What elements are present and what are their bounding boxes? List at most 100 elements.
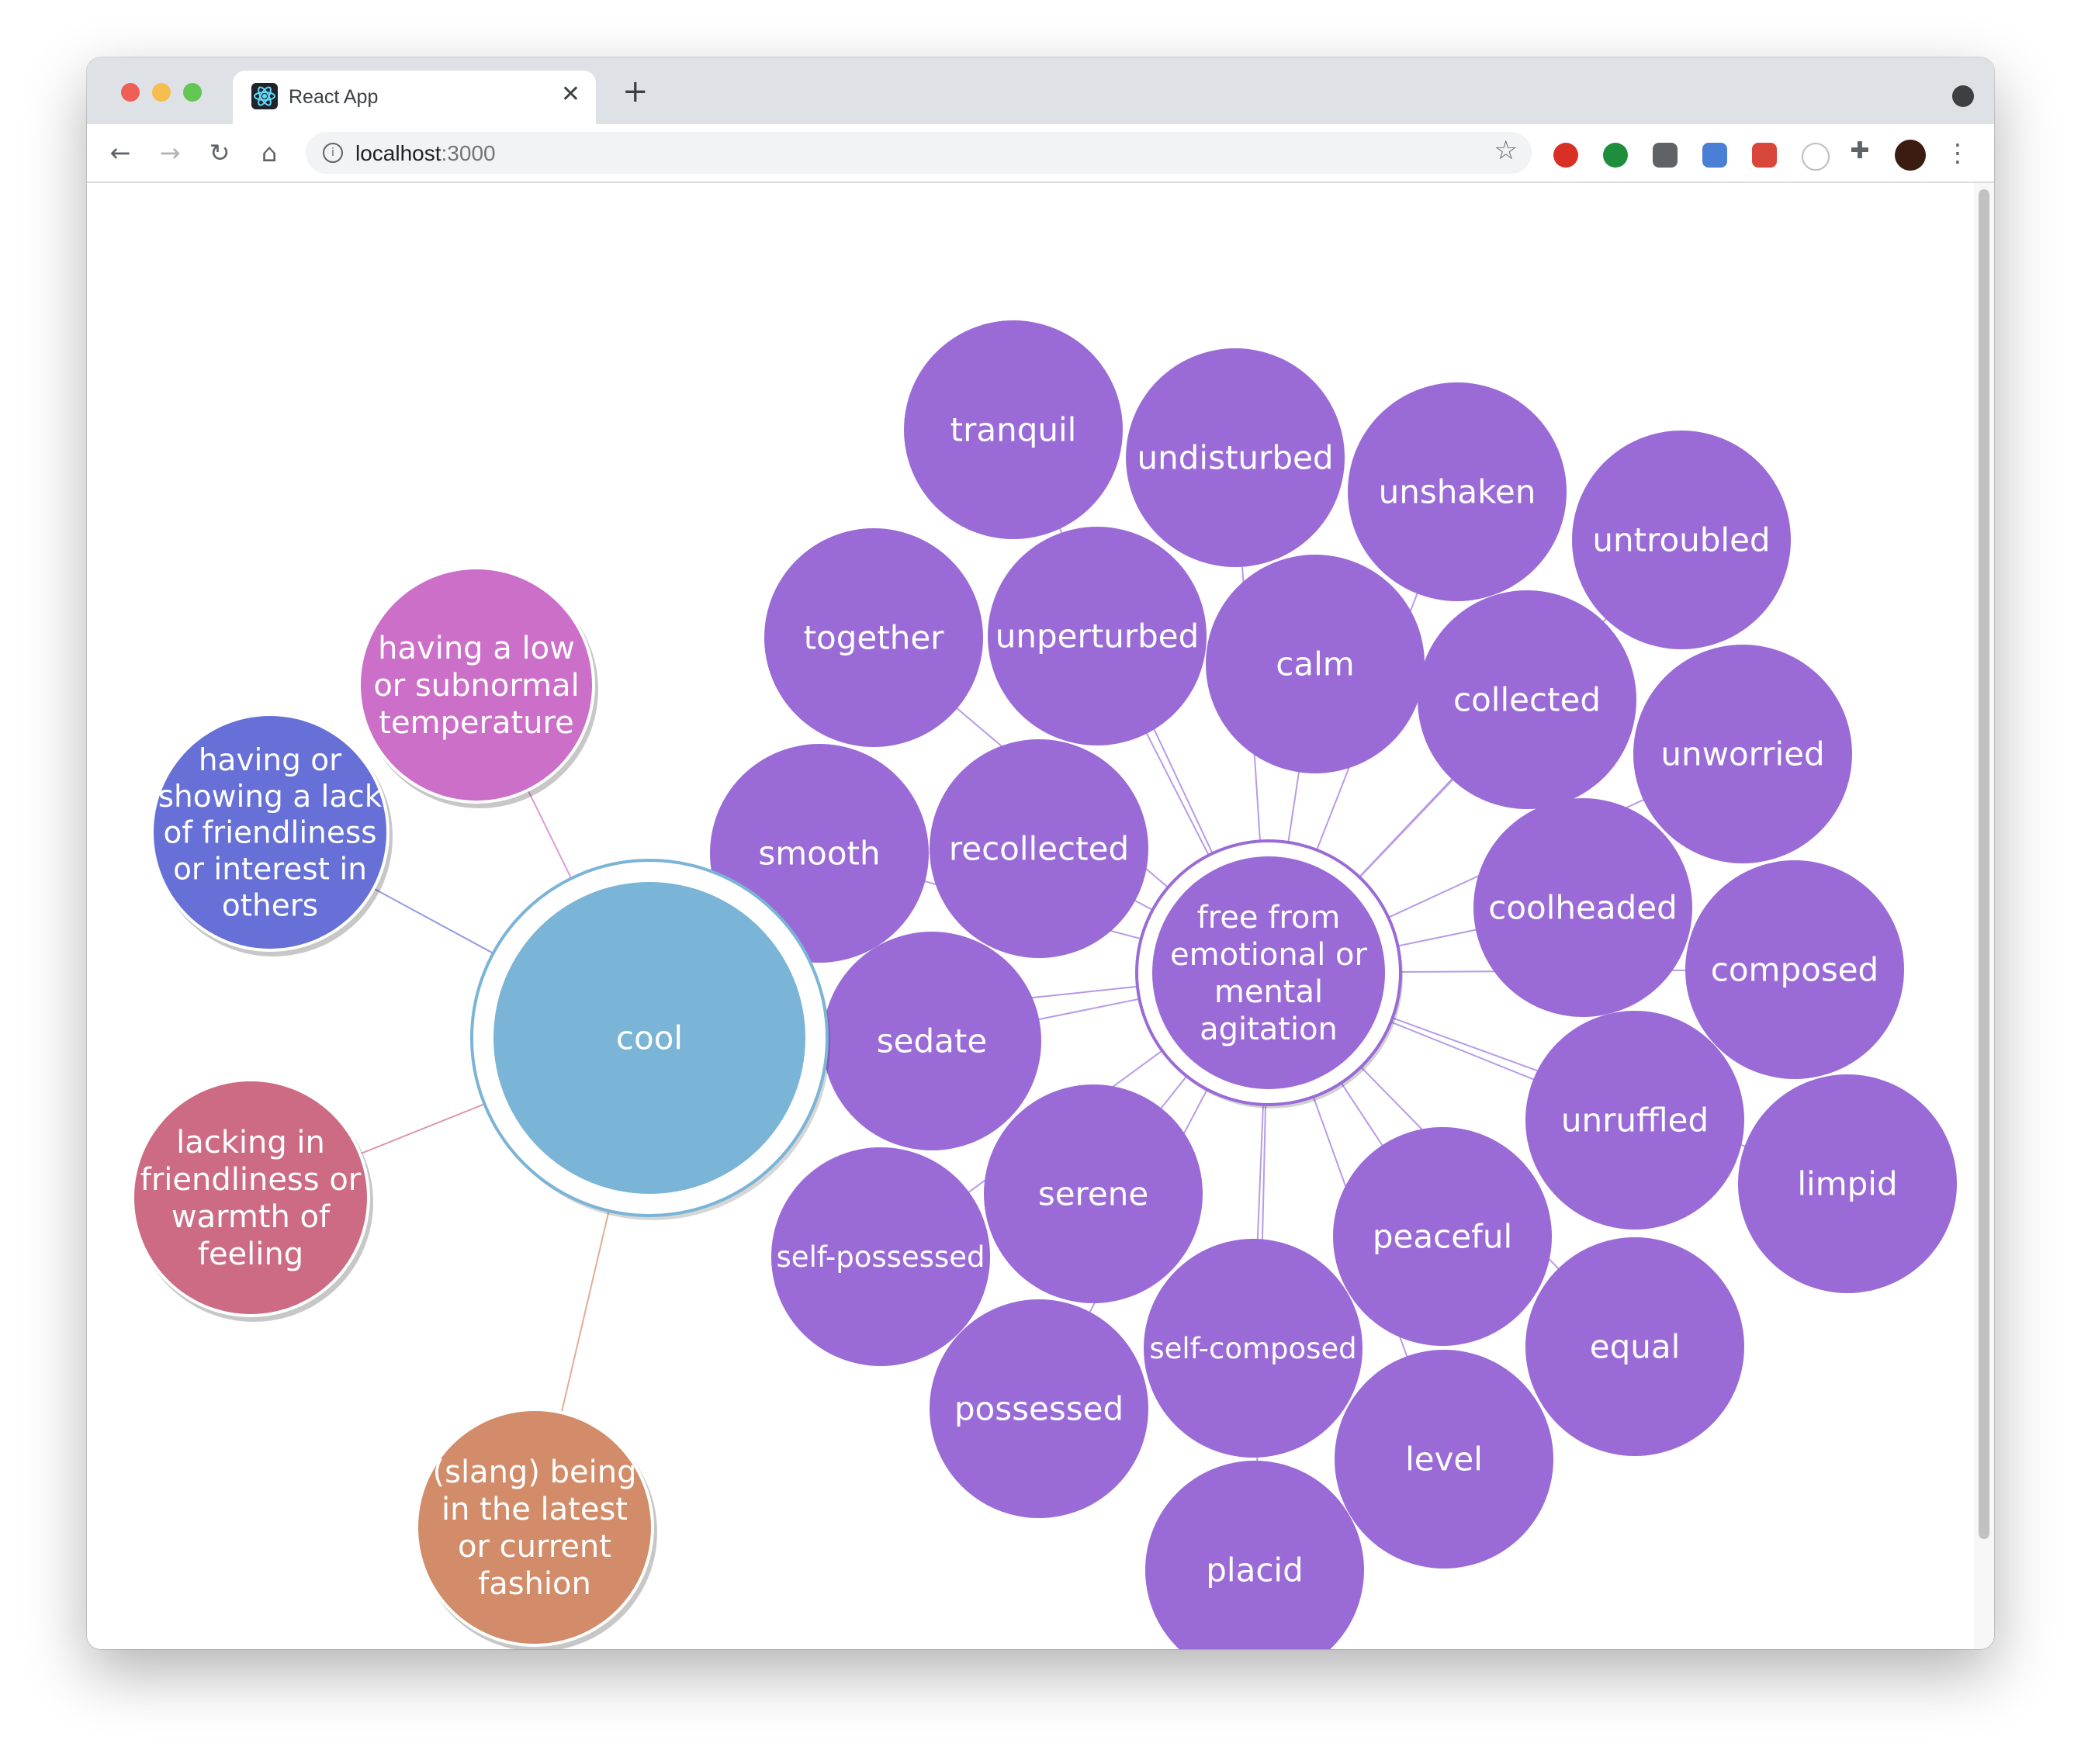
synonym-node[interactable]: unworried — [1633, 645, 1852, 863]
synonym-node[interactable]: limpid — [1738, 1074, 1957, 1293]
sense-label: feeling — [198, 1237, 303, 1272]
synonym-label: serene — [1038, 1175, 1148, 1213]
synonym-node[interactable]: coolheaded — [1473, 798, 1692, 1017]
sense-label: others — [222, 888, 318, 923]
sense-circle[interactable] — [1152, 856, 1385, 1089]
extension-app-icon[interactable] — [1752, 143, 1777, 168]
synonym-node[interactable]: recollected — [930, 739, 1148, 958]
synonym-label: undisturbed — [1137, 439, 1334, 477]
sense-label: lacking in — [176, 1125, 325, 1160]
synonym-label: possessed — [954, 1390, 1124, 1428]
sense-label: warmth of — [171, 1199, 331, 1235]
synonym-label: smooth — [758, 835, 880, 873]
synonym-label: tranquil — [950, 411, 1077, 449]
sense-label: temperature — [379, 705, 573, 741]
sense-label: (slang) being — [433, 1454, 637, 1490]
synonym-label: placid — [1206, 1551, 1304, 1589]
browser-tab[interactable]: React App ✕ — [233, 71, 596, 124]
sense-label: showing a lack — [158, 780, 383, 815]
synonym-node[interactable]: calm — [1206, 555, 1425, 773]
synonym-node[interactable]: equal — [1525, 1237, 1744, 1456]
home-icon[interactable]: ⌂ — [251, 135, 287, 171]
close-tab-icon[interactable]: ✕ — [561, 81, 580, 108]
tab-title: React App — [289, 86, 379, 108]
sense-node[interactable]: having a lowor subnormaltemperature — [358, 566, 598, 808]
new-tab-icon[interactable]: + — [622, 74, 649, 109]
synonym-node[interactable]: unshaken — [1348, 382, 1567, 601]
sense-node[interactable]: lacking infriendliness orwarmth offeelin… — [131, 1078, 373, 1322]
extension-account-icon[interactable] — [1653, 143, 1678, 168]
synonym-label: equal — [1590, 1328, 1681, 1366]
synonym-node[interactable]: placid — [1145, 1461, 1364, 1649]
synonym-label: calm — [1276, 645, 1354, 683]
extension-shield-icon[interactable] — [1553, 143, 1578, 168]
extension-folder-icon[interactable] — [1702, 143, 1727, 168]
synonym-node[interactable]: unperturbed — [988, 527, 1207, 745]
sense-node[interactable]: having orshowing a lackof friendlinessor… — [151, 713, 393, 956]
synonym-label: sedate — [877, 1022, 987, 1060]
sense-label: having a low — [378, 631, 575, 666]
extensions-puzzle-icon[interactable]: ✚ — [1842, 133, 1878, 169]
sense-label: or interest in — [173, 852, 367, 887]
sense-node[interactable]: free fromemotional ormentalagitation — [1135, 839, 1403, 1109]
synonym-node[interactable]: level — [1335, 1350, 1553, 1569]
extension-target-icon[interactable] — [1802, 143, 1830, 171]
sense-circle[interactable] — [418, 1411, 651, 1644]
synonym-node[interactable]: composed — [1685, 860, 1904, 1079]
tab-search-icon[interactable] — [1952, 85, 1974, 107]
site-info-icon[interactable]: i — [323, 143, 343, 163]
sense-label: emotional or — [1170, 937, 1367, 973]
sense-label: or current — [458, 1529, 611, 1565]
synonym-label: untroubled — [1592, 521, 1770, 559]
synonym-node[interactable]: peaceful — [1333, 1127, 1552, 1346]
sense-circle[interactable] — [134, 1081, 367, 1314]
extension-chat-icon[interactable] — [1603, 143, 1628, 168]
bookmark-star-icon[interactable]: ☆ — [1494, 135, 1518, 166]
scrollbar-thumb[interactable] — [1979, 189, 1989, 1539]
root-label: cool — [616, 1019, 683, 1057]
synonym-label: peaceful — [1373, 1218, 1512, 1256]
sense-label: mental — [1214, 974, 1323, 1010]
synonym-label: recollected — [949, 830, 1129, 868]
synonym-label: collected — [1453, 681, 1601, 719]
sense-label: friendliness or — [140, 1162, 362, 1198]
url-text: localhost:3000 — [355, 141, 496, 165]
word-graph: tranquil undisturbed unshaken untroubled tog… — [131, 320, 1957, 1649]
synonym-node[interactable]: collected — [1418, 590, 1636, 809]
sense-label: or subnormal — [373, 668, 579, 704]
reload-icon[interactable]: ↻ — [202, 135, 237, 171]
synonym-label: self-composed — [1149, 1332, 1356, 1365]
profile-avatar[interactable] — [1895, 140, 1926, 171]
close-window-button[interactable] — [121, 83, 140, 102]
synonym-node[interactable]: possessed — [930, 1299, 1148, 1518]
synonym-label: self-possessed — [777, 1240, 985, 1274]
synonym-label: coolheaded — [1488, 889, 1678, 927]
root-node[interactable]: cool — [470, 859, 830, 1220]
tab-strip: React App ✕ + — [87, 57, 1994, 124]
synonym-label: together — [804, 619, 945, 657]
synonym-node[interactable]: unruffled — [1525, 1011, 1744, 1230]
synonym-node[interactable]: serene — [984, 1084, 1203, 1303]
page-viewport: tranquil undisturbed unshaken untroubled tog… — [87, 183, 1994, 1649]
minimize-window-button[interactable] — [152, 83, 171, 102]
synonym-node[interactable]: undisturbed — [1126, 348, 1345, 567]
zoom-window-button[interactable] — [183, 83, 202, 102]
forward-icon[interactable]: → — [152, 135, 188, 171]
scrollbar[interactable] — [1974, 183, 1994, 1649]
synonym-label: limpid — [1797, 1165, 1897, 1203]
synonym-node[interactable]: tranquil — [904, 320, 1123, 539]
synonym-label: level — [1405, 1441, 1483, 1479]
back-icon[interactable]: ← — [102, 135, 138, 171]
react-icon — [251, 83, 278, 109]
sense-label: having or — [199, 743, 342, 778]
synonym-node[interactable]: together — [764, 528, 983, 747]
sense-node[interactable]: (slang) beingin the latestor currentfash… — [415, 1408, 657, 1649]
browser-menu-icon[interactable]: ⋮ — [1940, 135, 1975, 171]
synonym-node[interactable]: self-composed — [1144, 1239, 1363, 1458]
synonym-label: unworried — [1660, 735, 1824, 773]
address-bar[interactable]: i localhost:3000 ☆ — [306, 132, 1532, 174]
synonym-node[interactable]: self-possessed — [771, 1147, 990, 1366]
synonym-node[interactable]: untroubled — [1572, 431, 1791, 649]
sense-label: fashion — [478, 1566, 591, 1602]
synonym-node[interactable]: sedate — [822, 932, 1041, 1150]
